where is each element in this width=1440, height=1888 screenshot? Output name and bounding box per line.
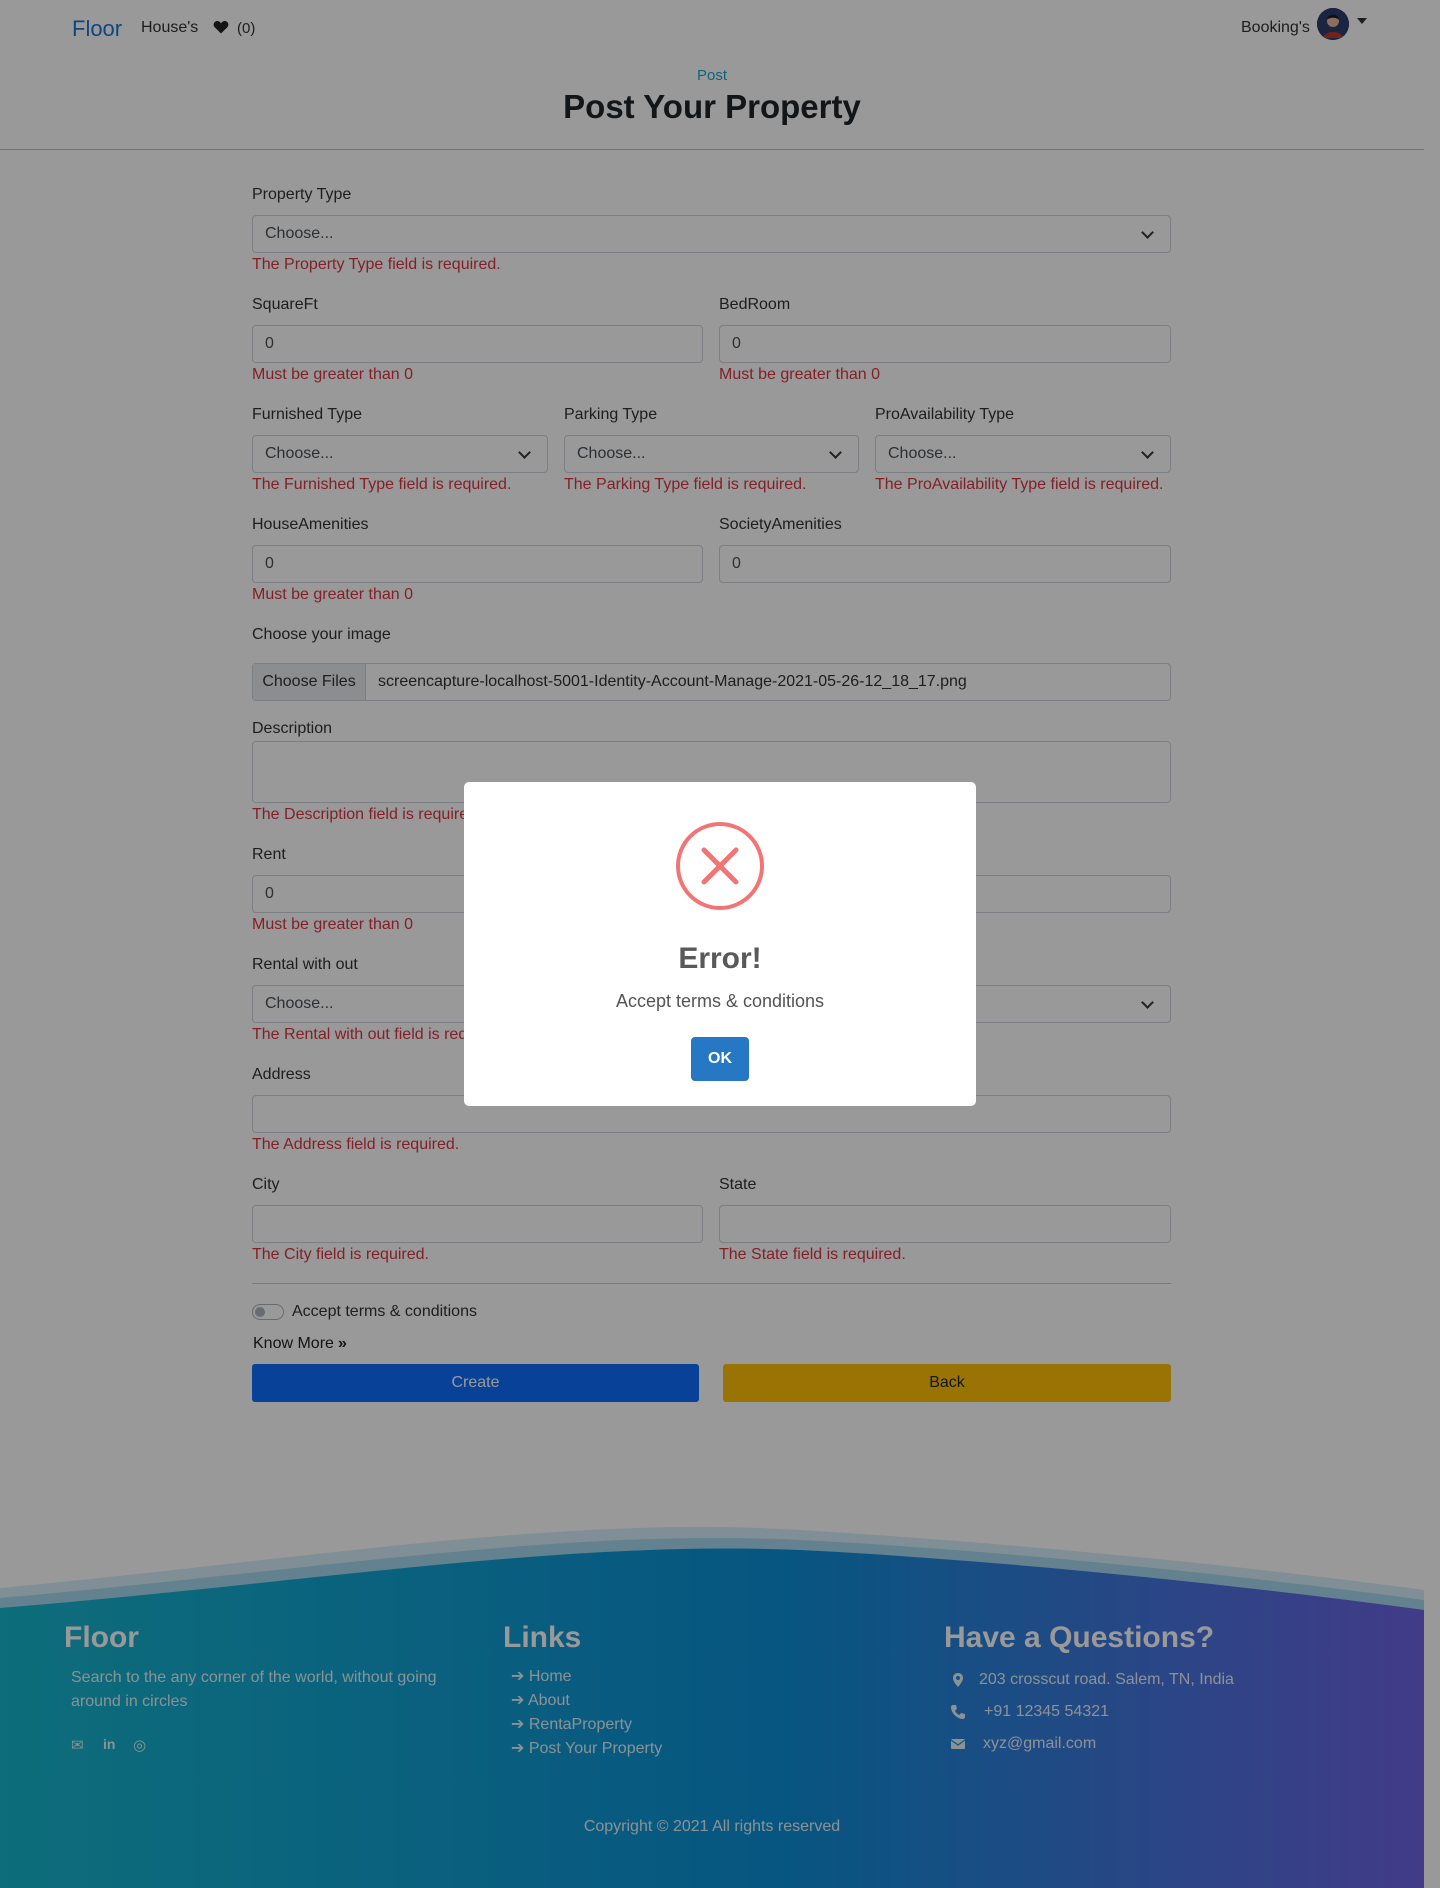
modal-title: Error! (678, 942, 762, 975)
ok-button[interactable]: OK (691, 1037, 749, 1081)
error-modal: Error! Accept terms & conditions OK (464, 782, 976, 1106)
modal-message: Accept terms & conditions (615, 991, 825, 1011)
error-x-icon (676, 822, 764, 910)
